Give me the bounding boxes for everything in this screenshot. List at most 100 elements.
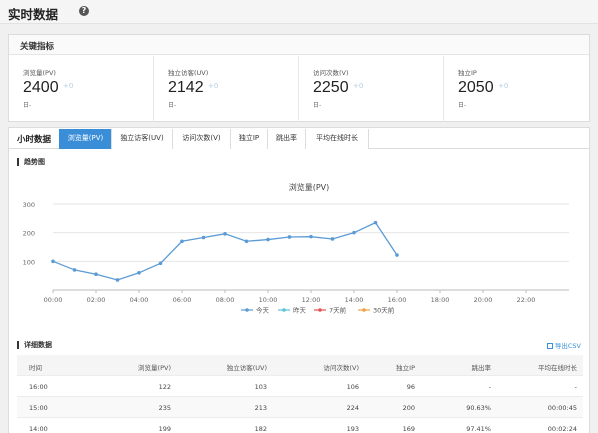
kpi-delta: +0 xyxy=(208,82,219,90)
table-cell: 182 xyxy=(254,425,267,433)
table-cell: 193 xyxy=(346,425,359,433)
tab-ip[interactable]: 独立IP xyxy=(230,129,267,149)
table-cell: 16:00 xyxy=(29,383,48,391)
trend-chart: 浏览量(PV) 100 200 300 00:00 02:00 04:00 06:00 08:… xyxy=(23,182,569,315)
table-cell: 200 xyxy=(402,404,415,412)
kpi-delta: +0 xyxy=(63,82,74,90)
kpi-value: 2142 xyxy=(168,79,204,96)
key-metrics-title: 关键指标 xyxy=(9,35,589,55)
data-point xyxy=(309,234,313,239)
kpi-value: 2400 xyxy=(23,79,59,96)
kpi-sub: 日- xyxy=(168,102,177,109)
tab-visits[interactable]: 访问次数(V) xyxy=(172,129,230,149)
data-point xyxy=(51,259,55,264)
table-cell: 97.41% xyxy=(466,425,491,433)
tab-pv[interactable]: 浏览量(PV) xyxy=(59,129,111,149)
x-tick-label: 18:00 xyxy=(431,296,450,304)
legend-label: 7天前 xyxy=(329,306,347,315)
data-point xyxy=(287,235,292,239)
kpi-label: 独立IP xyxy=(458,69,477,77)
tab-avg-time[interactable]: 平均在线时长 xyxy=(305,129,369,149)
data-point xyxy=(395,253,399,257)
table-cell: 96 xyxy=(406,383,415,391)
hourly-data-panel: 小时数据 浏览量(PV) 独立访客(UV) 访问次数(V) 独立IP 跳出率 平… xyxy=(8,127,590,433)
chart-title: 浏览量(PV) xyxy=(289,182,330,192)
data-point xyxy=(373,220,378,225)
kpi-value: 2050 xyxy=(458,79,494,96)
x-tick-label: 02:00 xyxy=(87,296,106,304)
y-tick-label: 300 xyxy=(23,201,35,209)
kpi-sub: 日- xyxy=(23,102,32,109)
table-cell: 103 xyxy=(254,383,267,391)
kpi-delta: +0 xyxy=(353,82,364,90)
x-tick-label: 00:00 xyxy=(44,296,63,304)
hourly-title: 小时数据 xyxy=(17,135,52,145)
key-metrics-panel: 关键指标 浏览量(PV) 2400 +0 日- 独立访客(UV) 2142 +0… xyxy=(8,34,590,122)
kpi-sub: 日- xyxy=(313,102,322,109)
table-cell: 106 xyxy=(346,383,359,391)
kpi-label: 访问次数(V) xyxy=(313,69,349,77)
table-header-row: 时间 浏览量(PV) 独立访客(UV) 访问次数(V) 独立IP 跳出率 平均在… xyxy=(17,355,583,376)
data-point xyxy=(115,278,120,282)
data-point xyxy=(72,268,77,272)
x-tick-label: 14:00 xyxy=(345,296,364,304)
export-label: 导出CSV xyxy=(554,342,581,350)
table-cell: 224 xyxy=(346,404,359,412)
data-point xyxy=(158,261,163,266)
data-point xyxy=(201,235,206,240)
kpi-card-ip: 独立IP 2050 +0 日- xyxy=(444,56,589,122)
legend-label: 今天 xyxy=(256,306,270,315)
tab-bounce[interactable]: 跳出率 xyxy=(267,129,305,149)
table-cell: 15:00 xyxy=(29,404,48,412)
kpi-value: 2250 xyxy=(313,79,349,96)
data-point xyxy=(223,232,227,236)
data-point xyxy=(180,239,184,244)
x-tick-label: 08:00 xyxy=(216,296,235,304)
data-point xyxy=(137,271,141,275)
data-point xyxy=(266,237,270,242)
table-cell: - xyxy=(574,383,577,391)
col-header: 访问次数(V) xyxy=(323,364,359,372)
kpi-card-visits: 访问次数(V) 2250 +0 日- xyxy=(299,56,444,122)
legend-marker xyxy=(245,308,249,312)
table-row: 15:00 235 213 224 200 90.63% 00:00:45 xyxy=(17,397,583,418)
table-cell: - xyxy=(488,383,491,391)
table-cell: 213 xyxy=(254,404,267,412)
table-row: 16:00 122 103 106 96 - - xyxy=(17,376,583,397)
detail-title: 详细数据 xyxy=(17,341,52,349)
legend-marker xyxy=(362,308,366,312)
legend-marker xyxy=(318,308,322,312)
col-header: 平均在线时长 xyxy=(538,364,577,372)
kpi-label: 浏览量(PV) xyxy=(23,69,56,77)
tab-uv[interactable]: 独立访客(UV) xyxy=(111,129,172,149)
data-point xyxy=(94,272,98,277)
x-tick-label: 04:00 xyxy=(130,296,149,304)
x-tick-label: 22:00 xyxy=(517,296,536,304)
table-cell: 00:02:24 xyxy=(547,425,577,433)
table-cell: 14:00 xyxy=(29,425,48,433)
kpi-card-uv: 独立访客(UV) 2142 +0 日- xyxy=(154,56,299,122)
top-bar: 实时数据 ? xyxy=(0,0,598,24)
page-title: 实时数据 xyxy=(8,7,59,22)
legend-marker xyxy=(282,308,286,312)
x-tick-label: 16:00 xyxy=(388,296,407,304)
table-cell: 00:00:45 xyxy=(547,404,577,412)
table-cell: 235 xyxy=(158,404,171,412)
y-tick-label: 200 xyxy=(23,230,35,238)
tab-bar: 小时数据 浏览量(PV) 独立访客(UV) 访问次数(V) 独立IP 跳出率 平… xyxy=(9,128,589,149)
help-icon[interactable]: ? xyxy=(79,6,89,16)
kpi-label: 独立访客(UV) xyxy=(168,69,209,77)
col-header: 跳出率 xyxy=(471,364,492,372)
kpi-delta: +0 xyxy=(498,82,509,90)
col-header: 浏览量(PV) xyxy=(138,364,171,372)
col-header: 独立IP xyxy=(396,364,415,372)
x-tick-label: 12:00 xyxy=(302,296,321,304)
kpi-card-pv: 浏览量(PV) 2400 +0 日- xyxy=(9,56,154,122)
y-tick-label: 100 xyxy=(23,258,35,266)
series-line xyxy=(52,221,398,281)
export-csv-link[interactable]: 导出CSV xyxy=(546,340,581,350)
col-header: 独立访客(UV) xyxy=(226,364,267,372)
x-tick-label: 06:00 xyxy=(173,296,192,304)
legend-label: 30天前 xyxy=(373,306,395,315)
table-cell: 90.63% xyxy=(466,404,491,412)
